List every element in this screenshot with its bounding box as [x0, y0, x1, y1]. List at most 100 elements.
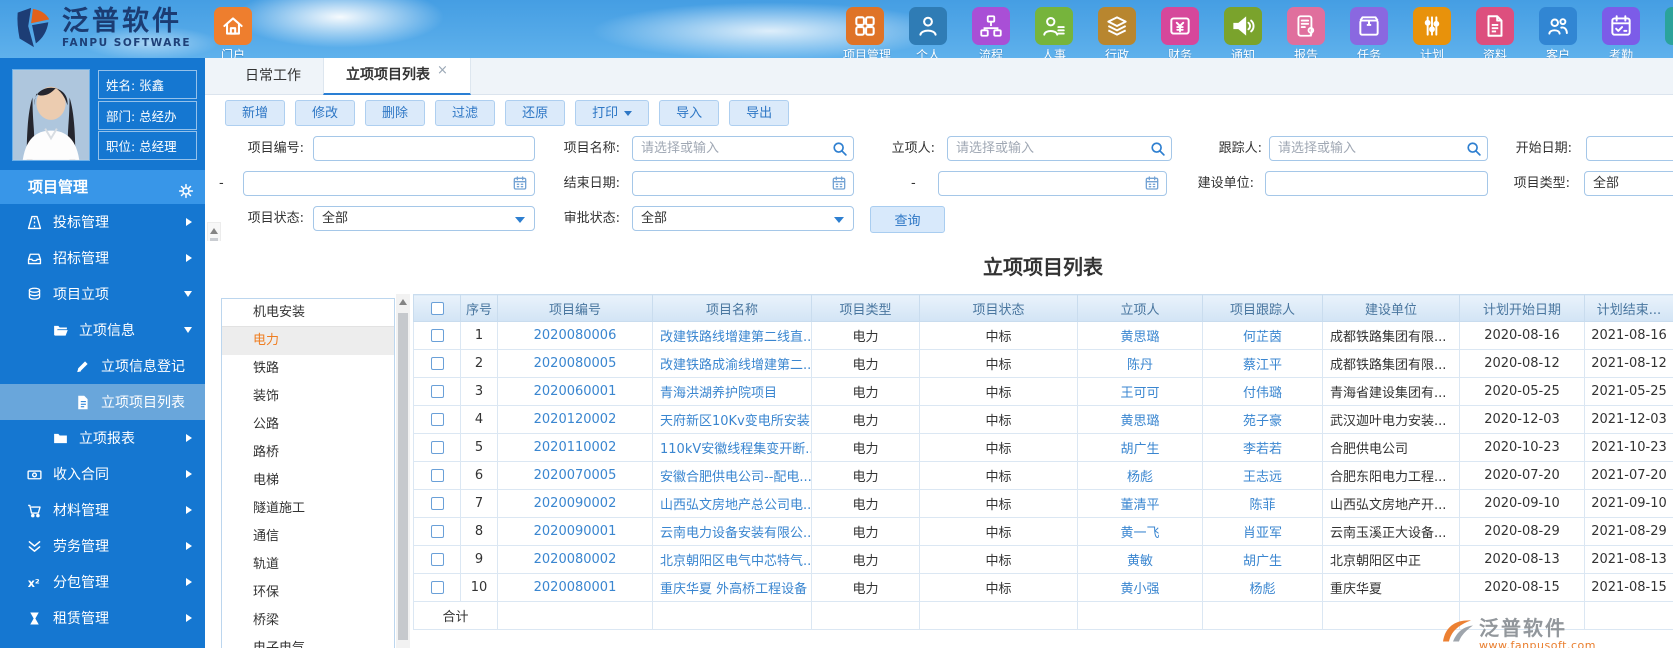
tracker-link[interactable]: 付伟璐 [1243, 386, 1282, 401]
category-item[interactable]: 路桥 [222, 439, 394, 467]
row-checkbox[interactable] [431, 581, 444, 594]
top-nav-item[interactable]: 人事 [1032, 7, 1076, 58]
project-no-link[interactable]: 2020110002 [534, 440, 617, 455]
row-checkbox[interactable] [431, 329, 444, 342]
project-no-link[interactable]: 2020080002 [534, 552, 617, 567]
tracker-link[interactable]: 陈菲 [1249, 498, 1275, 513]
toolbar-button[interactable]: 新增 [225, 100, 285, 126]
tracker-link[interactable]: 胡广生 [1243, 554, 1282, 569]
start-date-input[interactable] [1586, 136, 1673, 161]
end-date-input[interactable] [632, 171, 854, 196]
project-no-link[interactable]: 2020060001 [534, 384, 617, 399]
top-nav-item[interactable]: 计划 [1410, 7, 1454, 58]
toolbar-button[interactable]: 打印 [575, 100, 649, 126]
top-nav-item[interactable]: 流程 [969, 7, 1013, 58]
applicant-input[interactable]: 请选择或输入 [947, 136, 1172, 161]
category-item[interactable]: 装饰 [222, 383, 394, 411]
sidebar-menu-item[interactable]: 租赁管理 [0, 600, 205, 636]
top-nav-item[interactable]: 个人 [906, 7, 950, 58]
sidebar-menu-item[interactable]: 招标管理 [0, 240, 205, 276]
sidebar-menu-item[interactable]: 劳务管理 [0, 528, 205, 564]
applicant-link[interactable]: 杨彪 [1127, 470, 1153, 485]
category-item[interactable]: 桥梁 [222, 607, 394, 635]
category-item[interactable]: 公路 [222, 411, 394, 439]
applicant-link[interactable]: 黄思璐 [1120, 414, 1159, 429]
category-item[interactable]: 铁路 [222, 355, 394, 383]
applicant-link[interactable]: 王可可 [1120, 386, 1159, 401]
tab-project-list[interactable]: 立项项目列表× [323, 58, 471, 95]
project-name-link[interactable]: 110kV安徽线程集变开断... [660, 442, 812, 457]
category-item[interactable]: 电梯 [222, 467, 394, 495]
category-item[interactable]: 通信 [222, 523, 394, 551]
project-no-link[interactable]: 2020080006 [534, 328, 617, 343]
project-no-link[interactable]: 2020080005 [534, 356, 617, 371]
nav-portal[interactable]: 门户 [211, 7, 255, 58]
sidebar-menu-item[interactable]: 项目立项 [0, 276, 205, 312]
toolbar-button[interactable]: 导入 [659, 100, 719, 126]
project-status-select[interactable]: 全部 [313, 206, 535, 231]
top-nav-item[interactable]: 行政 [1095, 7, 1139, 58]
project-name-link[interactable]: 山西弘文房地产总公司电... [660, 498, 812, 513]
applicant-link[interactable]: 胡广生 [1120, 442, 1159, 457]
project-name-link[interactable]: 改建铁路线增建第二线直... [660, 330, 812, 345]
row-checkbox[interactable] [431, 441, 444, 454]
tracker-link[interactable]: 杨彪 [1249, 582, 1275, 597]
top-nav-item[interactable]: 项目管理 [843, 7, 887, 58]
sidebar-menu-item[interactable]: 收入合同 [0, 456, 205, 492]
approve-status-select[interactable]: 全部 [632, 206, 854, 231]
gear-icon[interactable] [177, 178, 195, 196]
project-name-link[interactable]: 改建铁路成渝线增建第二... [660, 358, 812, 373]
close-icon[interactable]: × [437, 63, 448, 78]
build-unit-input[interactable] [1265, 171, 1488, 196]
search-icon[interactable] [1149, 140, 1166, 157]
calendar-icon[interactable] [831, 175, 847, 191]
category-item[interactable]: 环保 [222, 579, 394, 607]
top-nav-item[interactable]: 财务 [1158, 7, 1202, 58]
project-name-input[interactable]: 请选择或输入 [632, 136, 854, 161]
module-header[interactable]: 项目管理 [0, 170, 205, 204]
toolbar-button[interactable]: 过滤 [435, 100, 495, 126]
project-no-input[interactable] [313, 136, 535, 161]
top-nav-item[interactable]: 通知 [1221, 7, 1265, 58]
row-checkbox[interactable] [431, 413, 444, 426]
tracker-link[interactable]: 李若若 [1243, 442, 1282, 457]
calendar-icon[interactable] [512, 175, 528, 191]
toolbar-button[interactable]: 导出 [729, 100, 789, 126]
applicant-link[interactable]: 董清平 [1120, 498, 1159, 513]
tracker-link[interactable]: 肖亚军 [1243, 526, 1282, 541]
sidebar-menu-item[interactable]: 立项报表 [0, 420, 205, 456]
top-nav-item[interactable]: 任务 [1347, 7, 1391, 58]
tab-daily-work[interactable]: 日常工作 [223, 58, 323, 95]
row-checkbox[interactable] [431, 553, 444, 566]
applicant-link[interactable]: 黄思璐 [1120, 330, 1159, 345]
scroll-up-arrow-icon[interactable] [210, 228, 218, 234]
applicant-link[interactable]: 黄一飞 [1120, 526, 1159, 541]
category-item[interactable]: 电子电气 [222, 635, 394, 648]
sidebar-menu-item[interactable]: 立项信息 [0, 312, 205, 348]
project-no-link[interactable]: 2020090001 [534, 524, 617, 539]
project-no-link[interactable]: 2020090002 [534, 496, 617, 511]
row-checkbox[interactable] [431, 497, 444, 510]
row-checkbox[interactable] [431, 385, 444, 398]
project-name-link[interactable]: 云南电力设备安装有限公... [660, 526, 812, 541]
toolbar-button[interactable]: 修改 [295, 100, 355, 126]
sidebar-menu-item[interactable]: 立项信息登记 [0, 348, 205, 384]
tracker-link[interactable]: 王志远 [1243, 470, 1282, 485]
project-no-link[interactable]: 2020070005 [534, 468, 617, 483]
search-button[interactable]: 查询 [870, 206, 945, 233]
tracker-input[interactable]: 请选择或输入 [1269, 136, 1488, 161]
table-scrollbar[interactable] [396, 294, 410, 648]
applicant-link[interactable]: 黄小强 [1120, 582, 1159, 597]
toolbar-button[interactable]: 删除 [365, 100, 425, 126]
toolbar-button[interactable]: 还原 [505, 100, 565, 126]
top-nav-item[interactable]: 考勤 [1599, 7, 1643, 58]
sidebar-menu-item[interactable]: 材料管理 [0, 492, 205, 528]
tracker-link[interactable]: 苑子豪 [1243, 414, 1282, 429]
tracker-link[interactable]: 蔡江平 [1243, 358, 1282, 373]
project-name-link[interactable]: 青海洪湖养护院项目 [660, 386, 777, 401]
scroll-up-arrow-icon[interactable] [399, 299, 407, 305]
sidebar-menu-item[interactable]: 立项项目列表 [0, 384, 205, 420]
applicant-link[interactable]: 陈丹 [1127, 358, 1153, 373]
category-item[interactable]: 轨道 [222, 551, 394, 579]
select-all-checkbox[interactable] [431, 302, 444, 315]
